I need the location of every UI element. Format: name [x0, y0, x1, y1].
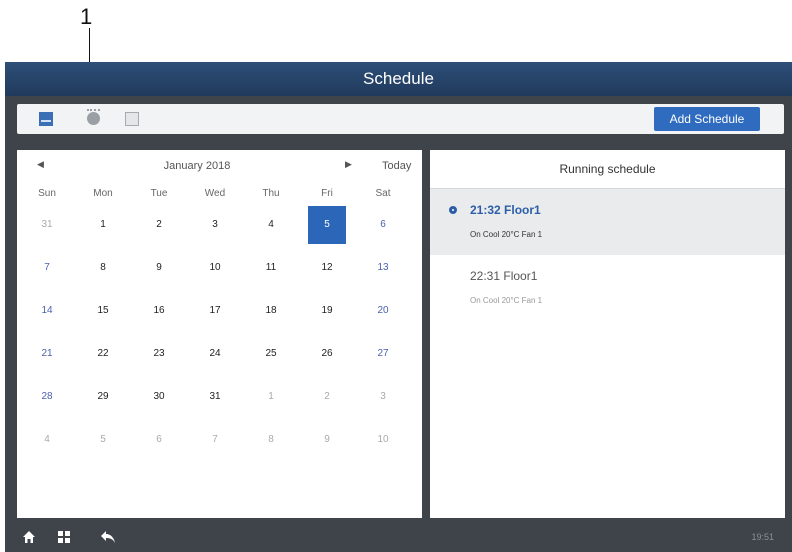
calendar-day[interactable]: 19 — [308, 292, 346, 330]
calendar-day[interactable]: 2 — [308, 378, 346, 416]
today-button[interactable]: Today — [382, 160, 411, 172]
callout-number: 1 — [80, 4, 93, 29]
calendar-day[interactable]: 2 — [140, 206, 178, 244]
back-icon[interactable] — [100, 530, 116, 544]
schedule-item[interactable]: 22:31 Floor1 On Cool 20°C Fan 1 — [430, 255, 785, 321]
list-view-icon[interactable] — [125, 112, 139, 126]
schedule-item-detail: On Cool 20°C Fan 1 — [470, 230, 543, 239]
calendar-day[interactable]: 7 — [28, 249, 66, 287]
calendar-day[interactable]: 23 — [140, 335, 178, 373]
calendar-day[interactable]: 26 — [308, 335, 346, 373]
weekday-label: Sat — [375, 188, 391, 199]
calendar-day-selected[interactable]: 5 — [308, 206, 346, 244]
calendar-day[interactable]: 31 — [28, 206, 66, 244]
weekday-label: Tue — [150, 188, 168, 199]
calendar-day[interactable]: 6 — [364, 206, 402, 244]
calendar-day[interactable]: 10 — [364, 421, 402, 459]
calendar-day[interactable]: 5 — [84, 421, 122, 459]
calendar-day[interactable]: 29 — [84, 378, 122, 416]
weekday-label: Thu — [262, 188, 280, 199]
weekday-label: Sun — [38, 188, 56, 199]
schedule-item-active[interactable]: 21:32 Floor1 On Cool 20°C Fan 1 — [430, 189, 785, 255]
calendar-day[interactable]: 9 — [308, 421, 346, 459]
calendar-day[interactable]: 13 — [364, 249, 402, 287]
calendar-day[interactable]: 12 — [308, 249, 346, 287]
calendar-day[interactable]: 25 — [252, 335, 290, 373]
schedule-item-title: 22:31 Floor1 — [470, 269, 538, 283]
device-screen: Schedule Add Schedule ◀ January 2018 ▶ T… — [5, 62, 792, 552]
calendar-day[interactable]: 10 — [196, 249, 234, 287]
calendar-day[interactable]: 17 — [196, 292, 234, 330]
clock-time: 19:51 — [751, 532, 774, 542]
add-schedule-button[interactable]: Add Schedule — [654, 107, 760, 131]
calendar-day[interactable]: 3 — [196, 206, 234, 244]
timer-icon[interactable] — [87, 109, 100, 125]
calendar-day[interactable]: 21 — [28, 335, 66, 373]
running-schedule-title: Running schedule — [430, 150, 785, 189]
calendar-day[interactable]: 4 — [28, 421, 66, 459]
calendar-day[interactable]: 14 — [28, 292, 66, 330]
calendar-day[interactable]: 9 — [140, 249, 178, 287]
calendar-day[interactable]: 4 — [252, 206, 290, 244]
bottom-nav-bar: 19:51 — [5, 524, 792, 552]
calendar-day[interactable]: 15 — [84, 292, 122, 330]
calendar-panel: ◀ January 2018 ▶ Today Sun Mon Tue Wed Thu Fr… — [17, 150, 422, 518]
calendar-day[interactable]: 8 — [252, 421, 290, 459]
page-title: Schedule — [5, 62, 792, 96]
weekday-header-row: Sun Mon Tue Wed Thu Fri Sat — [17, 188, 422, 202]
calendar-header: ◀ January 2018 ▶ Today — [17, 150, 422, 182]
weekday-label: Fri — [321, 188, 333, 199]
weekday-label: Mon — [93, 188, 113, 199]
home-icon[interactable] — [22, 530, 36, 544]
calendar-day[interactable]: 24 — [196, 335, 234, 373]
calendar-day[interactable]: 6 — [140, 421, 178, 459]
calendar-day[interactable]: 3 — [364, 378, 402, 416]
calendar-day[interactable]: 30 — [140, 378, 178, 416]
calendar-view-icon[interactable] — [39, 112, 53, 126]
calendar-day[interactable]: 22 — [84, 335, 122, 373]
schedule-item-title: 21:32 Floor1 — [470, 203, 541, 217]
toolbar: Add Schedule — [17, 104, 784, 134]
calendar-day[interactable]: 7 — [196, 421, 234, 459]
calendar-day[interactable]: 31 — [196, 378, 234, 416]
calendar-day[interactable]: 18 — [252, 292, 290, 330]
calendar-day[interactable]: 8 — [84, 249, 122, 287]
menu-grid-icon[interactable] — [57, 530, 71, 544]
weekday-label: Wed — [204, 188, 226, 199]
calendar-day[interactable]: 27 — [364, 335, 402, 373]
calendar-day[interactable]: 16 — [140, 292, 178, 330]
schedule-item-detail: On Cool 20°C Fan 1 — [470, 296, 543, 305]
calendar-day[interactable]: 1 — [252, 378, 290, 416]
calendar-day[interactable]: 28 — [28, 378, 66, 416]
running-indicator-icon — [449, 206, 457, 214]
next-month-icon[interactable]: ▶ — [345, 159, 352, 170]
month-label: January 2018 — [163, 160, 231, 172]
running-schedule-panel: Running schedule 21:32 Floor1 On Cool 20… — [430, 150, 785, 518]
calendar-day[interactable]: 11 — [252, 249, 290, 287]
calendar-day[interactable]: 1 — [84, 206, 122, 244]
calendar-day[interactable]: 20 — [364, 292, 402, 330]
previous-month-icon[interactable]: ◀ — [37, 159, 44, 170]
